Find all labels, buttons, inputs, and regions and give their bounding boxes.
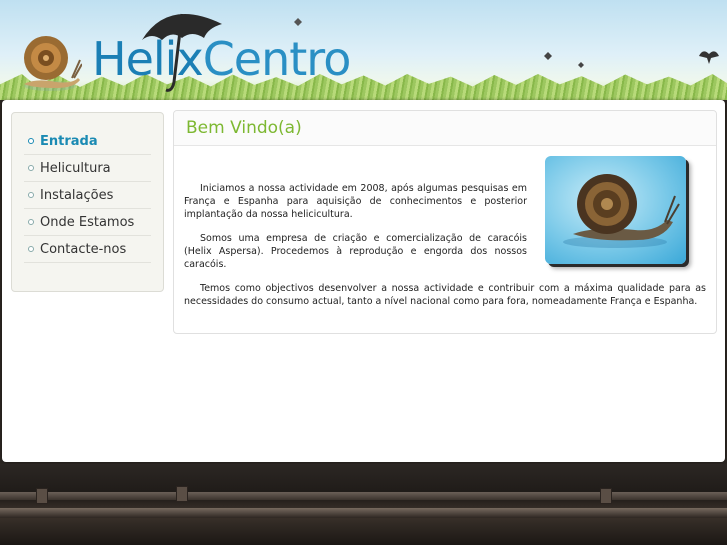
company-paragraph: Somos uma empresa de criação e comercial… — [184, 233, 527, 270]
snail-logo-icon — [24, 36, 82, 91]
bird-icon — [578, 62, 584, 68]
bullet-icon — [28, 138, 34, 144]
sidebar-item-label: Onde Estamos — [40, 214, 135, 230]
sidebar-item-instalacoes[interactable]: Instalações — [24, 182, 151, 209]
valve-decoration — [36, 488, 48, 504]
snail-image — [563, 174, 680, 248]
sidebar-item-onde-estamos[interactable]: Onde Estamos — [24, 209, 151, 236]
bird-icon — [294, 18, 302, 26]
logo-part-centro: Centro — [202, 32, 352, 86]
bullet-icon — [28, 165, 34, 171]
content-box: Bem Vindo(a) Iniciamos a nossa actividad… — [173, 110, 717, 334]
valve-decoration — [176, 486, 188, 502]
valve-decoration — [600, 488, 612, 504]
intro-paragraph: Iniciamos a nossa actividade em 2008, ap… — [184, 183, 527, 220]
main-panel: Entrada Helicultura Instalações Onde Est… — [2, 100, 725, 462]
snail-photo — [545, 156, 686, 264]
sidebar-item-label: Entrada — [40, 133, 98, 149]
sidebar-item-contacte-nos[interactable]: Contacte-nos — [24, 236, 151, 263]
sidebar-item-label: Instalações — [40, 187, 114, 203]
pipe-decoration — [0, 492, 727, 500]
sidebar-item-entrada[interactable]: Entrada — [24, 128, 151, 155]
logo-part-helix: Helix — [92, 32, 204, 86]
sidebar-item-label: Helicultura — [40, 160, 111, 176]
sidebar-item-helicultura[interactable]: Helicultura — [24, 155, 151, 182]
content-body: Iniciamos a nossa actividade em 2008, ap… — [174, 146, 716, 308]
bullet-icon — [28, 219, 34, 225]
site-logo[interactable]: HelixCentro — [92, 36, 351, 82]
site-footer — [0, 464, 727, 545]
site-header: HelixCentro — [0, 0, 727, 100]
nav-list: Entrada Helicultura Instalações Onde Est… — [12, 113, 163, 263]
objectives-paragraph: Temos como objectivos desenvolver a noss… — [184, 283, 706, 307]
sidebar: Entrada Helicultura Instalações Onde Est… — [11, 112, 164, 292]
pipe-decoration — [0, 508, 727, 518]
bird-icon — [544, 52, 552, 60]
sidebar-item-label: Contacte-nos — [40, 241, 127, 257]
bullet-icon — [28, 192, 34, 198]
bullet-icon — [28, 246, 34, 252]
bird-icon — [699, 51, 719, 64]
page-title: Bem Vindo(a) — [174, 111, 716, 146]
